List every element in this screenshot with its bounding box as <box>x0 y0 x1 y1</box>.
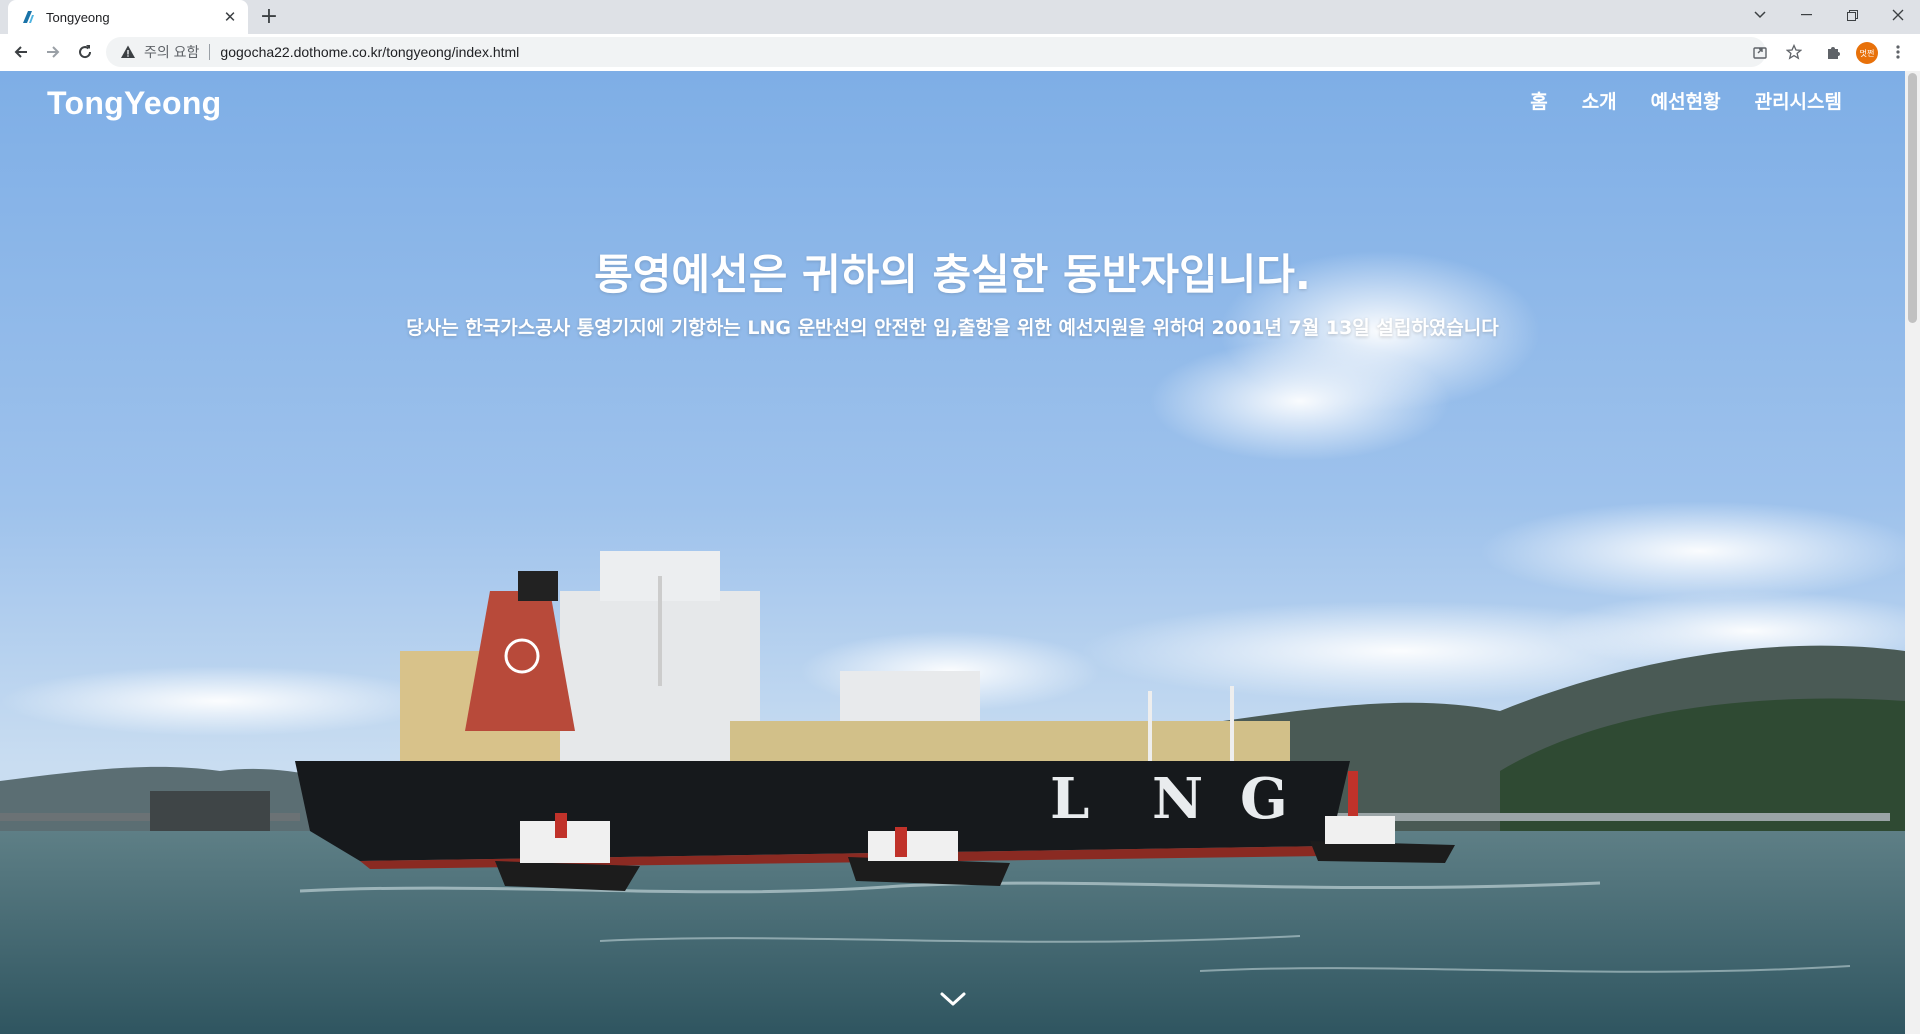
url-text[interactable]: gogocha22.dothome.co.kr/tongyeong/index.… <box>220 44 519 60</box>
security-label[interactable]: 주의 요함 <box>144 42 199 62</box>
reload-icon <box>79 45 92 59</box>
nav-item-about[interactable]: 소개 <box>1582 87 1617 114</box>
scrollbar-thumb[interactable] <box>1908 73 1917 323</box>
profile-avatar[interactable]: 멋쩐 <box>1856 42 1878 64</box>
arrow-left-icon <box>14 46 27 58</box>
site-favicon-icon <box>23 11 34 23</box>
main-nav: 홈 소개 예선현황 관리시스템 <box>1530 87 1842 114</box>
nav-item-home[interactable]: 홈 <box>1530 87 1547 114</box>
new-tab-button[interactable]: + <box>258 6 280 29</box>
hero-background-image <box>0 71 1905 1034</box>
hero-subline: 당사는 한국가스공사 통영기지에 기항하는 LNG 운반선의 안전한 입,출항을… <box>406 317 1499 339</box>
chevron-down-icon[interactable] <box>938 989 968 1009</box>
tab-title: Tongyeong <box>46 9 110 25</box>
omnibox-divider <box>209 44 211 60</box>
address-bar[interactable]: 주의 요함 gogocha22.dothome.co.kr/tongyeong/… <box>106 37 1766 67</box>
hero-headline: 통영예선은 귀하의 충실한 동반자입니다. <box>594 250 1311 299</box>
share-icon[interactable] <box>1748 40 1772 64</box>
browser-tab[interactable]: Tongyeong ✕ <box>8 0 248 34</box>
close-window-button[interactable] <box>1875 0 1920 30</box>
minimize-button[interactable] <box>1783 0 1829 30</box>
hero-section: L N G TongYeong 홈 소개 예선현황 관리시스템 통영예선은 귀하… <box>0 71 1905 1034</box>
restore-button[interactable] <box>1829 0 1875 30</box>
reload-button[interactable] <box>72 39 98 65</box>
warning-triangle-icon[interactable] <box>120 44 136 60</box>
forward-button[interactable] <box>40 39 66 65</box>
hull-letter: G <box>1240 766 1288 832</box>
arrow-right-icon <box>47 46 60 58</box>
nav-item-management[interactable]: 관리시스템 <box>1755 87 1842 114</box>
back-button[interactable] <box>8 39 34 65</box>
kebab-menu-icon[interactable] <box>1886 40 1910 64</box>
nav-item-tug-status[interactable]: 예선현황 <box>1651 87 1721 114</box>
browser-toolbar: 주의 요함 gogocha22.dothome.co.kr/tongyeong/… <box>0 34 1920 72</box>
tab-search-icon[interactable] <box>1737 0 1783 30</box>
hull-letter: L <box>1050 766 1090 832</box>
hull-letter: N <box>1152 766 1204 832</box>
page-viewport: L N G TongYeong 홈 소개 예선현황 관리시스템 통영예선은 귀하… <box>0 71 1920 1034</box>
tab-close-icon[interactable]: ✕ <box>222 9 238 25</box>
site-logo[interactable]: TongYeong <box>47 85 222 122</box>
puzzle-icon[interactable] <box>1822 40 1846 64</box>
tab-strip: Tongyeong ✕ + <box>0 0 1920 34</box>
page-scrollbar[interactable] <box>1905 71 1920 1034</box>
star-icon[interactable] <box>1782 40 1806 64</box>
